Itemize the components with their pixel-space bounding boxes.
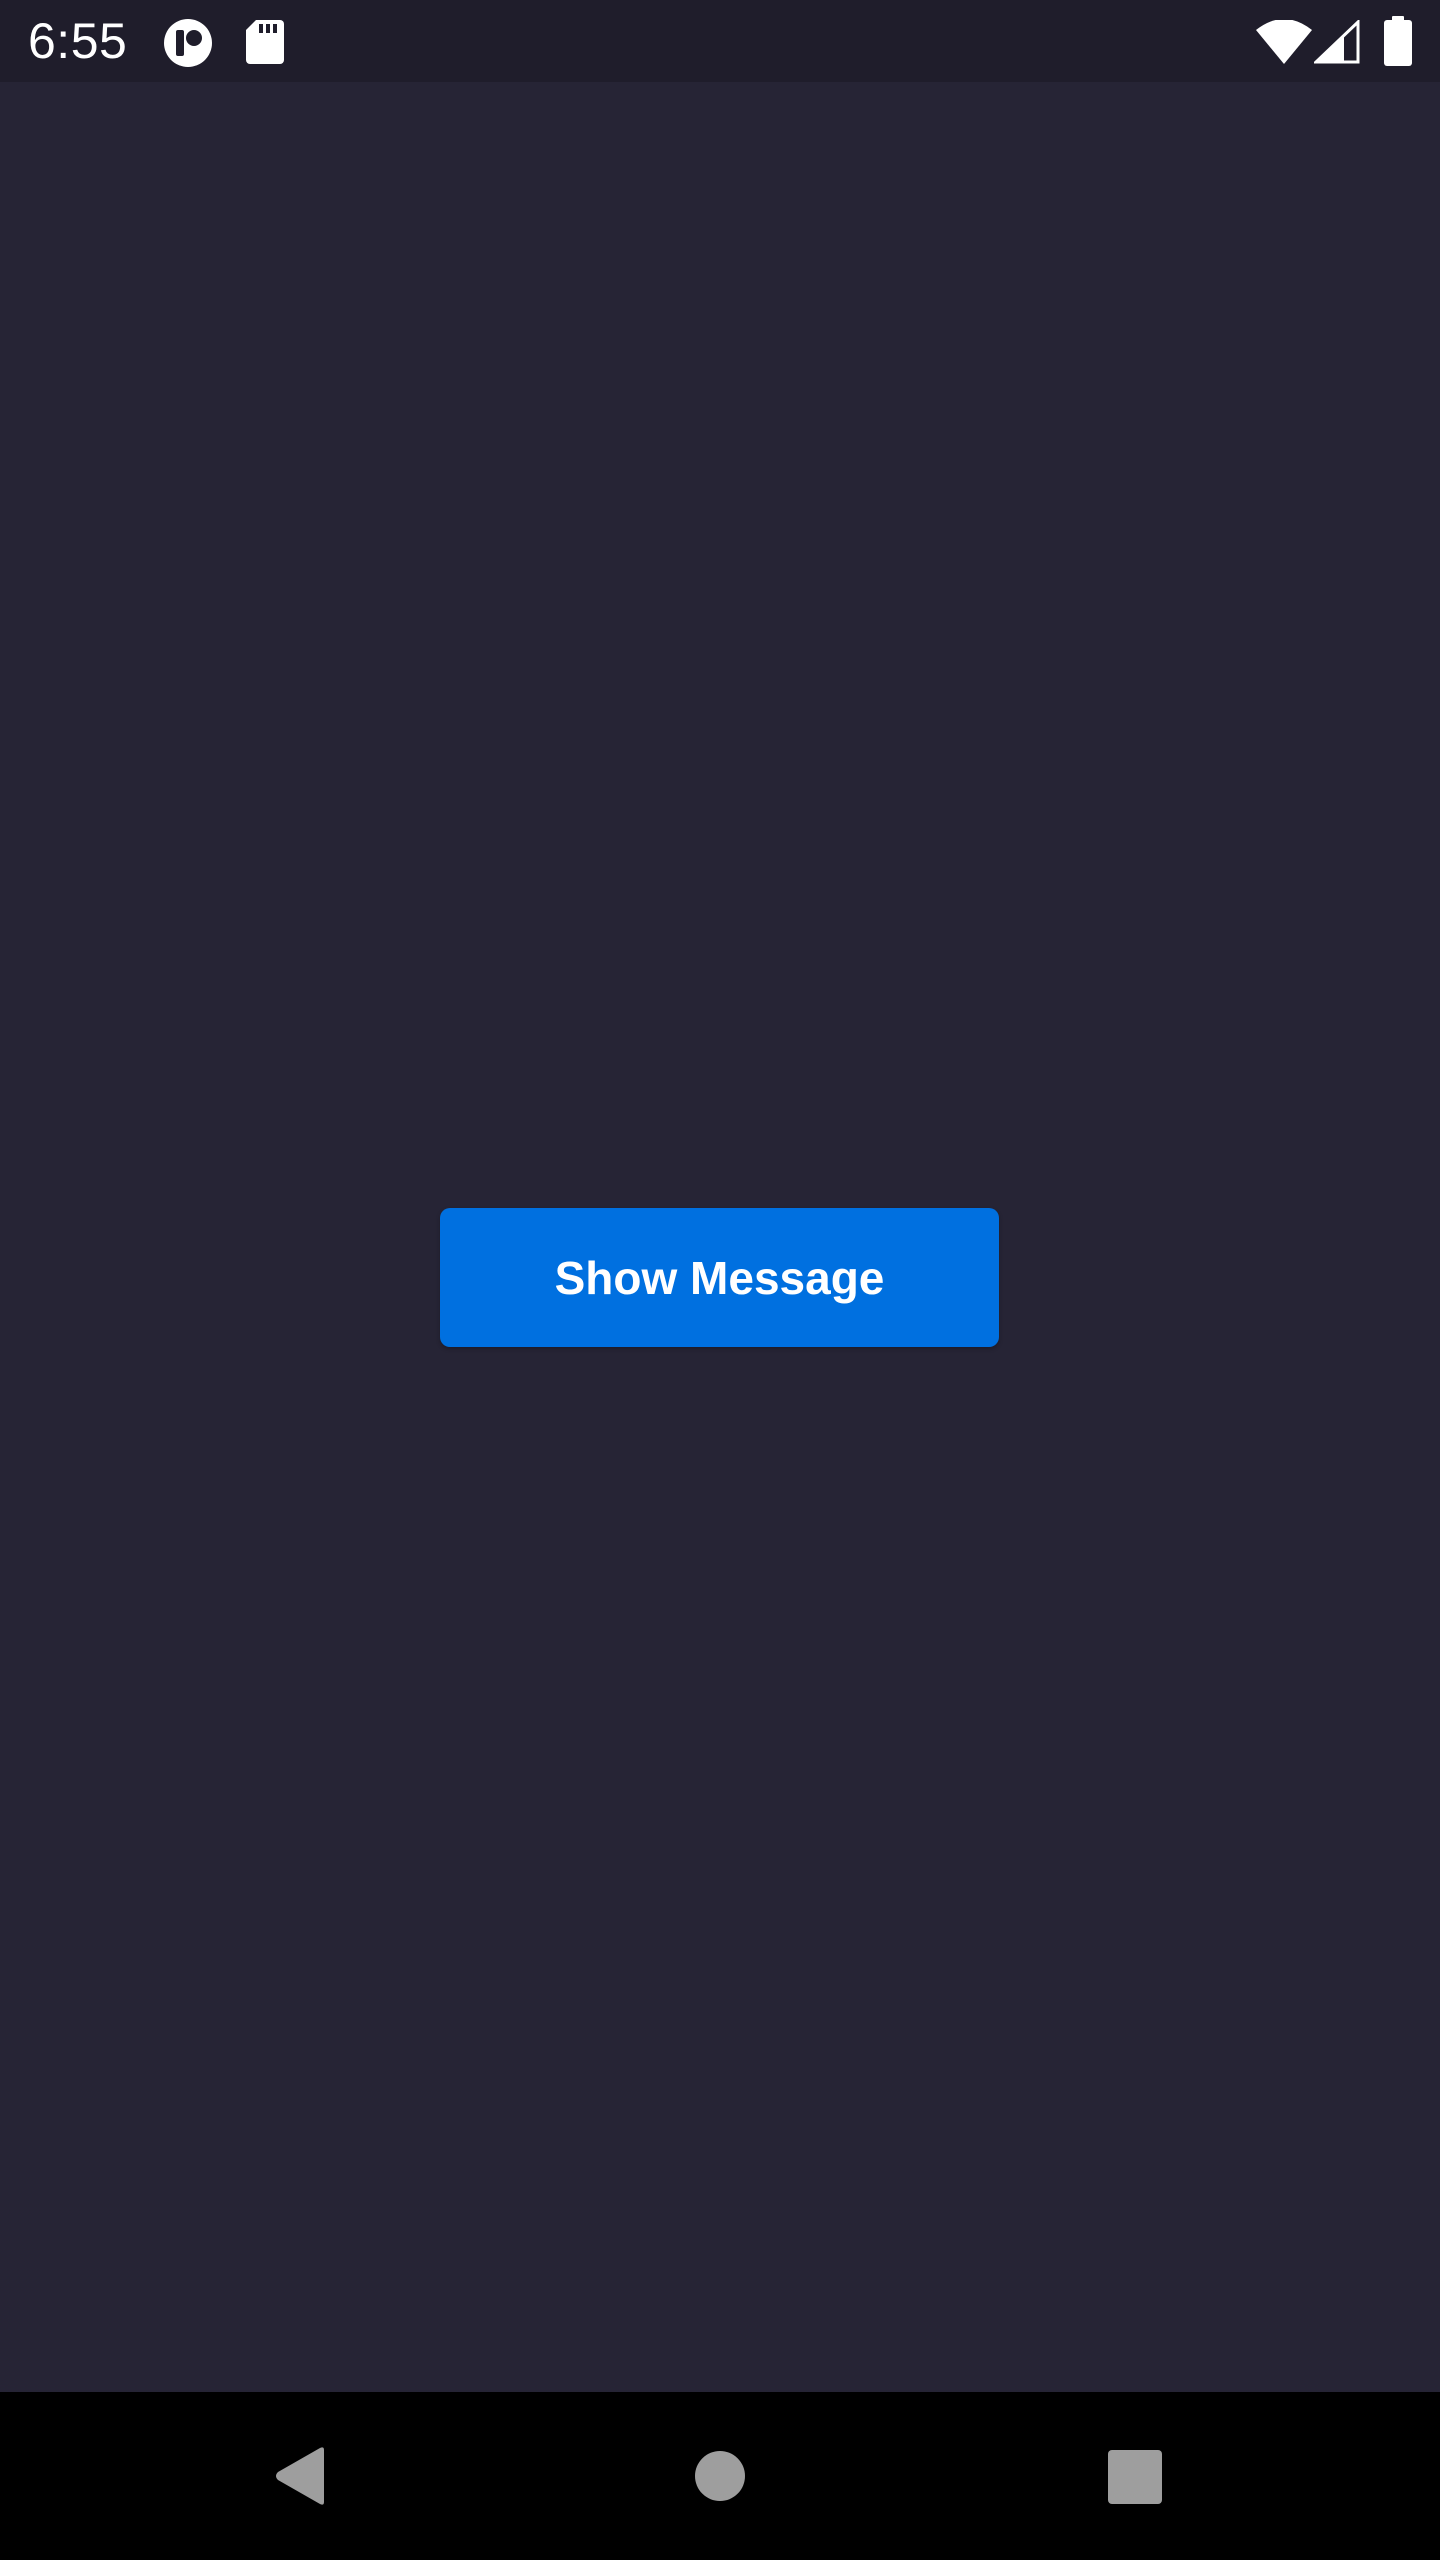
wifi-icon bbox=[1256, 20, 1312, 64]
battery-icon bbox=[1384, 16, 1412, 66]
show-message-button[interactable]: Show Message bbox=[440, 1208, 999, 1347]
app-notification-icon bbox=[164, 19, 212, 67]
cell-signal-icon bbox=[1314, 20, 1360, 64]
recents-icon[interactable] bbox=[1108, 2450, 1162, 2504]
home-icon[interactable] bbox=[694, 2450, 746, 2502]
sd-card-icon bbox=[246, 20, 284, 64]
show-message-button-label: Show Message bbox=[554, 1251, 885, 1304]
status-time: 6:55 bbox=[28, 13, 128, 69]
app-screen: 6:55 Show Message bbox=[0, 0, 1440, 2560]
back-icon[interactable] bbox=[272, 2446, 328, 2506]
main-content: Show Message bbox=[0, 82, 1440, 2392]
navigation-bar bbox=[0, 2392, 1440, 2560]
status-bar: 6:55 bbox=[0, 0, 1440, 82]
